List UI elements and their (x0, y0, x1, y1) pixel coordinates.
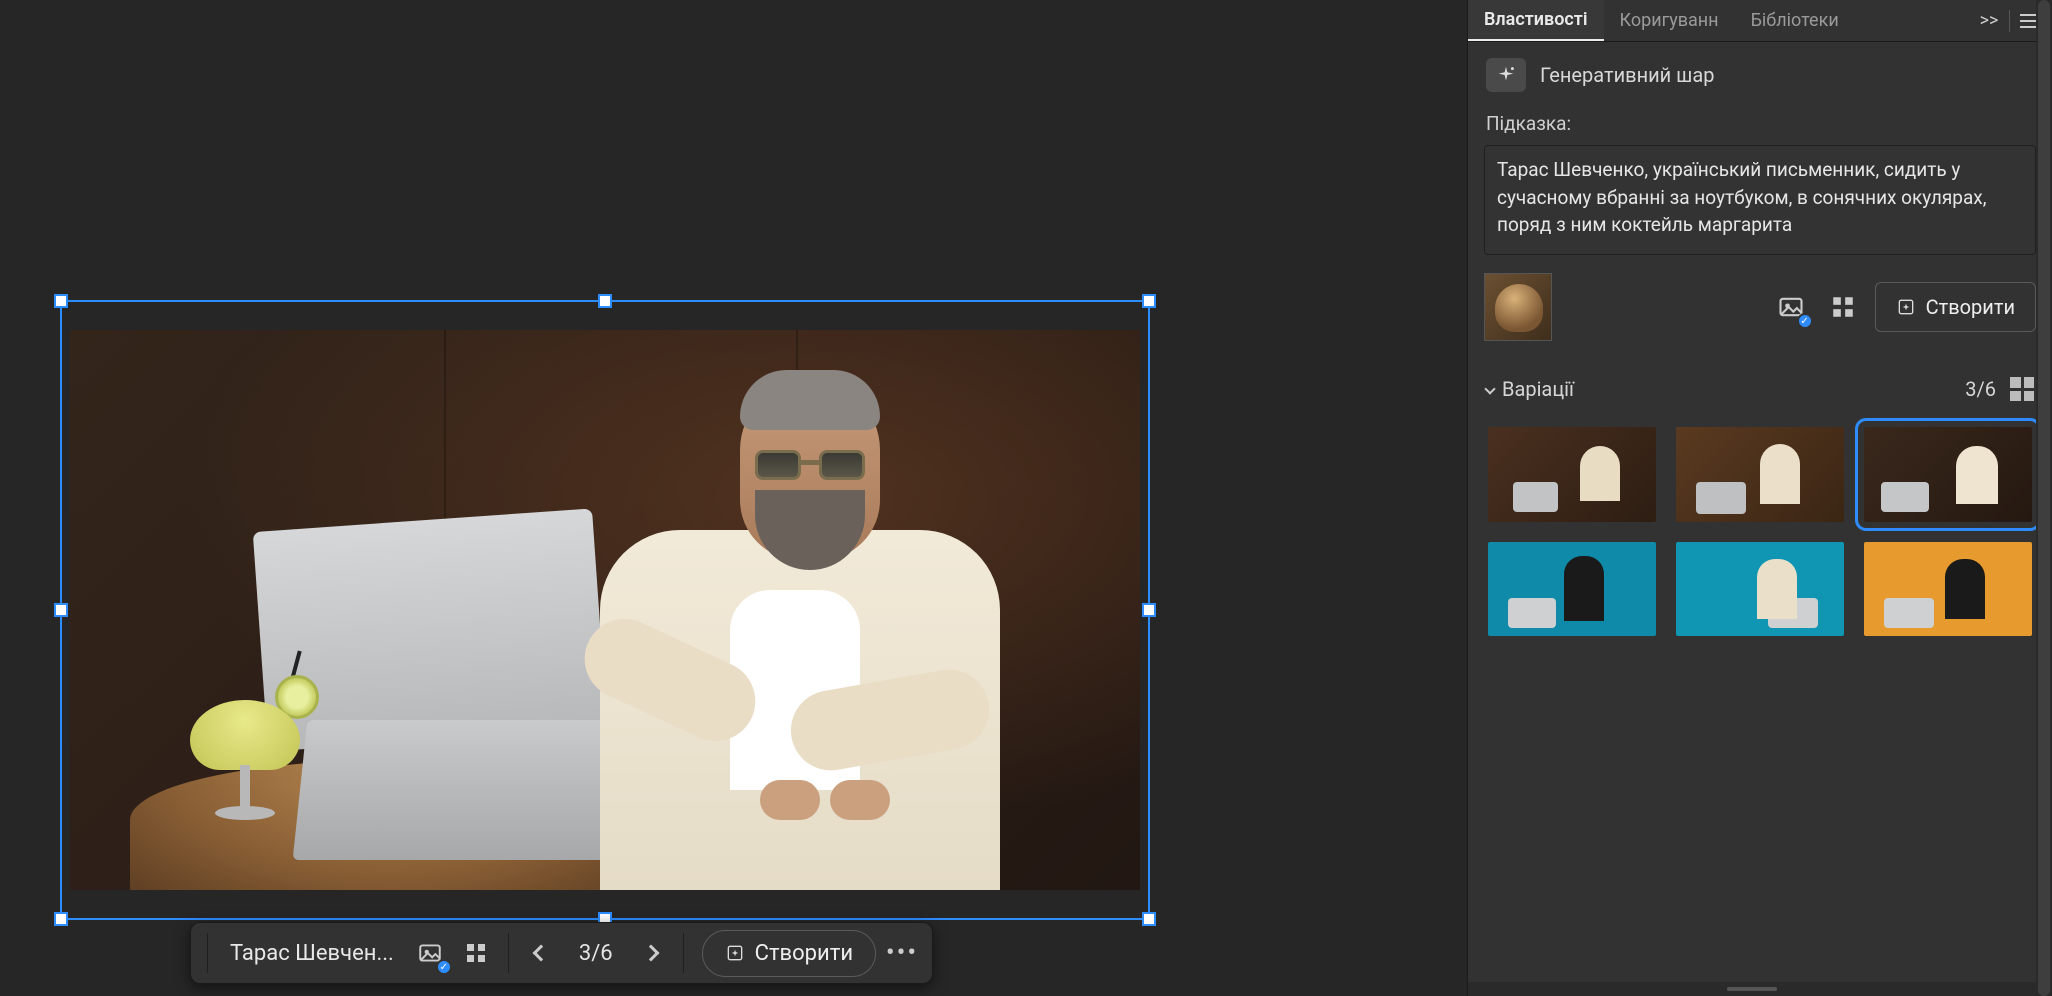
variation-thumb-6[interactable] (1864, 542, 2032, 637)
more-options-button[interactable]: ••• (882, 933, 922, 973)
collapse-panel-icon[interactable]: >> (1975, 7, 2003, 35)
reference-image-toggle-icon[interactable]: ✓ (1771, 287, 1811, 327)
layer-type-label: Генеративний шар (1540, 63, 1714, 87)
next-variation-button[interactable] (631, 933, 671, 973)
reference-image-thumb[interactable] (1484, 273, 1552, 341)
panel-resize-grip[interactable] (1468, 982, 2036, 996)
scrollbar-thumb[interactable] (2038, 0, 2050, 996)
variation-grid (1468, 411, 2052, 666)
prompt-textarea[interactable]: Тарас Шевченко, український письменник, … (1484, 145, 2036, 255)
generation-settings-icon[interactable] (1823, 287, 1863, 327)
panel-scrollbar[interactable] (2036, 0, 2052, 996)
handle-right-center[interactable] (1142, 603, 1156, 617)
transform-bounding-box[interactable] (60, 300, 1150, 920)
variation-thumb-2[interactable] (1676, 427, 1844, 522)
grid-view-icon[interactable] (2010, 377, 2034, 401)
canvas-area[interactable]: Тарас Шевчен... ✓ (0, 0, 1467, 996)
handle-bottom-right[interactable] (1142, 912, 1156, 926)
panel-tabs: Властивості Коригуванн Бібліотеки >> (1468, 0, 2052, 42)
handle-top-left[interactable] (54, 294, 68, 308)
panel-generate-label: Створити (1926, 295, 2015, 319)
prev-variation-button[interactable] (521, 933, 561, 973)
handle-top-center[interactable] (598, 294, 612, 308)
tab-libraries[interactable]: Бібліотеки (1735, 0, 1855, 41)
taskbar-generate-button[interactable]: Створити (702, 930, 876, 977)
prompt-section-label: Підказка: (1468, 108, 2052, 145)
variation-thumb-4[interactable] (1488, 542, 1656, 637)
tab-adjustments[interactable]: Коригуванн (1604, 0, 1735, 41)
variations-label[interactable]: Варіації (1502, 377, 1574, 401)
taskbar-counter: 3/6 (567, 941, 625, 966)
check-badge-icon: ✓ (436, 959, 452, 975)
variation-thumb-5[interactable] (1676, 542, 1844, 637)
generative-layer-icon (1486, 58, 1526, 92)
generate-icon (1896, 297, 1916, 317)
settings-grid-icon[interactable] (456, 933, 496, 973)
generate-icon (725, 943, 745, 963)
check-badge-icon: ✓ (1797, 313, 1813, 329)
taskbar-prompt-text[interactable]: Тарас Шевчен... (220, 941, 404, 966)
ellipsis-icon: ••• (876, 938, 928, 968)
taskbar-generate-label: Створити (755, 941, 853, 966)
panel-generate-button[interactable]: Створити (1875, 282, 2036, 332)
reference-image-icon[interactable]: ✓ (410, 933, 450, 973)
handle-top-right[interactable] (1142, 294, 1156, 308)
variation-thumb-3[interactable] (1864, 427, 2032, 522)
chevron-down-icon[interactable] (1484, 383, 1495, 394)
variation-thumb-1[interactable] (1488, 427, 1656, 522)
handle-bottom-left[interactable] (54, 912, 68, 926)
properties-panel: Властивості Коригуванн Бібліотеки >> (1467, 0, 2052, 996)
handle-left-center[interactable] (54, 603, 68, 617)
tab-properties[interactable]: Властивості (1468, 0, 1604, 41)
variations-counter: 3/6 (1965, 377, 1996, 401)
contextual-taskbar: Тарас Шевчен... ✓ (190, 922, 933, 984)
